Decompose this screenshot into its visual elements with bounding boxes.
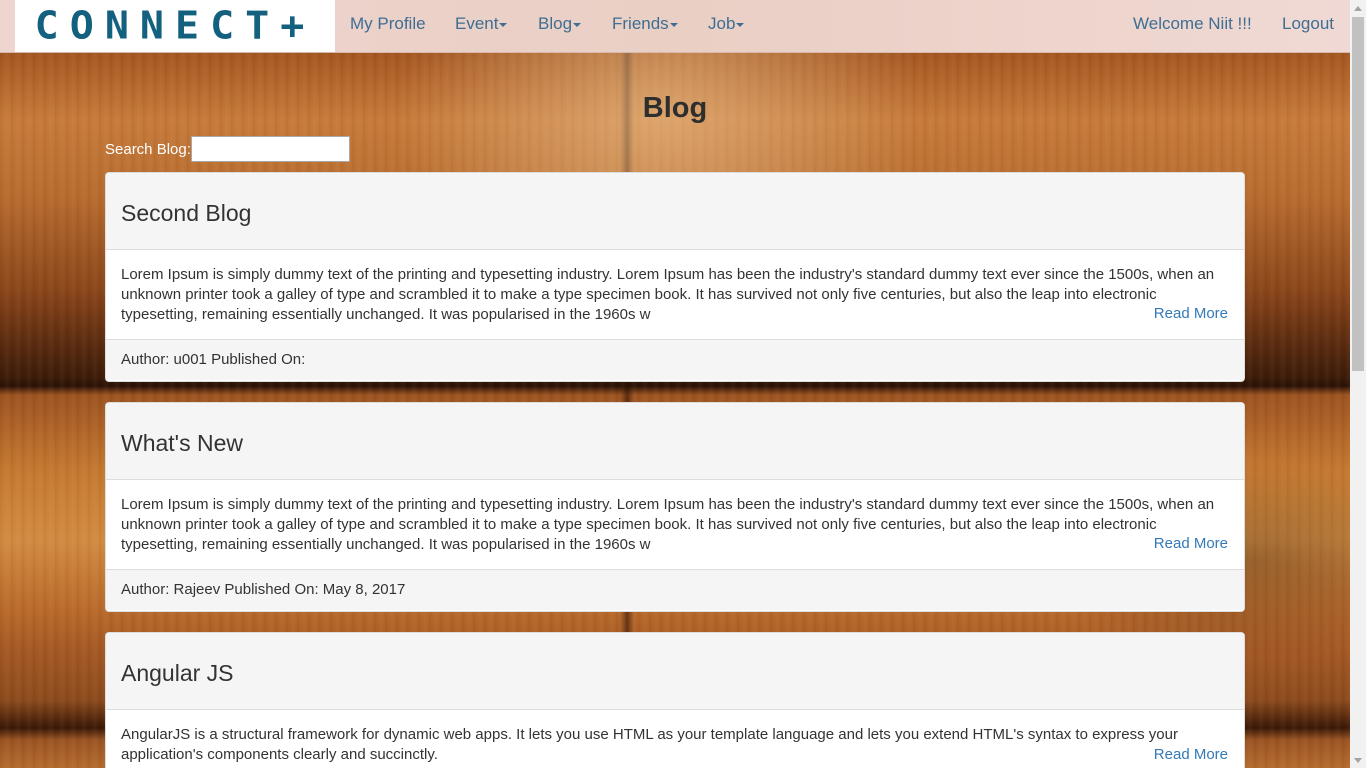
caret-down-icon bbox=[499, 22, 508, 27]
blog-excerpt: AngularJS is a structural framework for … bbox=[121, 726, 1178, 763]
blog-card: Angular JS AngularJS is a structural fra… bbox=[105, 632, 1245, 768]
read-more-link[interactable]: Read More bbox=[1154, 534, 1228, 554]
blog-card: Second Blog Lorem Ipsum is simply dummy … bbox=[105, 172, 1245, 382]
logo-text: CONNECT+ bbox=[34, 4, 316, 48]
brand-logo[interactable]: CONNECT+ bbox=[15, 0, 335, 52]
nav-job-dropdown[interactable]: Job bbox=[708, 14, 745, 34]
scroll-down-arrow-icon bbox=[1354, 757, 1362, 763]
search-label: Search Blog: bbox=[105, 141, 191, 158]
blog-excerpt: Lorem Ipsum is simply dummy text of the … bbox=[121, 496, 1215, 553]
blog-card-footer: Author: Rajeev Published On: May 8, 2017 bbox=[106, 569, 1244, 610]
caret-down-icon bbox=[736, 22, 745, 27]
nav-blog-dropdown[interactable]: Blog bbox=[538, 14, 582, 34]
search-blog-input[interactable] bbox=[191, 136, 350, 162]
caret-down-icon bbox=[573, 22, 582, 27]
scroll-up-button[interactable] bbox=[1350, 0, 1366, 16]
nav-event-dropdown[interactable]: Event bbox=[455, 14, 508, 34]
blog-card-body: Lorem Ipsum is simply dummy text of the … bbox=[106, 250, 1244, 339]
read-more-link[interactable]: Read More bbox=[1154, 745, 1228, 765]
nav-friends-label: Friends bbox=[612, 14, 669, 33]
blog-excerpt: Lorem Ipsum is simply dummy text of the … bbox=[121, 266, 1215, 323]
blog-card-body: Lorem Ipsum is simply dummy text of the … bbox=[106, 480, 1244, 569]
scroll-thumb[interactable] bbox=[1352, 17, 1364, 371]
read-more-link[interactable]: Read More bbox=[1154, 304, 1228, 324]
nav-friends-dropdown[interactable]: Friends bbox=[612, 14, 678, 34]
nav-event-label: Event bbox=[455, 14, 499, 33]
vertical-scrollbar[interactable] bbox=[1350, 0, 1366, 768]
blog-card-header: What's New bbox=[106, 403, 1244, 480]
blog-meta: Author: Rajeev Published On: May 8, 2017 bbox=[121, 581, 406, 598]
blog-card-header: Second Blog bbox=[106, 173, 1244, 250]
caret-down-icon bbox=[669, 22, 678, 27]
top-navbar: CONNECT+ My Profile Event Blog Friends J… bbox=[0, 0, 1350, 53]
nav-welcome-user[interactable]: Welcome Niit !!! bbox=[1133, 14, 1252, 34]
scroll-down-button[interactable] bbox=[1350, 752, 1366, 768]
nav-job-label: Job bbox=[708, 14, 736, 33]
blog-title: Angular JS bbox=[121, 660, 234, 686]
blog-title: What's New bbox=[121, 430, 243, 456]
blog-meta: Author: u001 Published On: bbox=[121, 351, 306, 368]
blog-card-header: Angular JS bbox=[106, 633, 1244, 710]
scroll-up-arrow-icon bbox=[1354, 5, 1362, 11]
page-title: Blog bbox=[642, 92, 708, 124]
nav-my-profile[interactable]: My Profile bbox=[350, 14, 426, 34]
nav-blog-label: Blog bbox=[538, 14, 573, 33]
nav-logout[interactable]: Logout bbox=[1282, 14, 1334, 34]
blog-card-footer: Author: u001 Published On: bbox=[106, 339, 1244, 380]
blog-title: Second Blog bbox=[121, 200, 252, 226]
blog-card-body: AngularJS is a structural framework for … bbox=[106, 710, 1244, 768]
blog-card: What's New Lorem Ipsum is simply dummy t… bbox=[105, 402, 1245, 612]
